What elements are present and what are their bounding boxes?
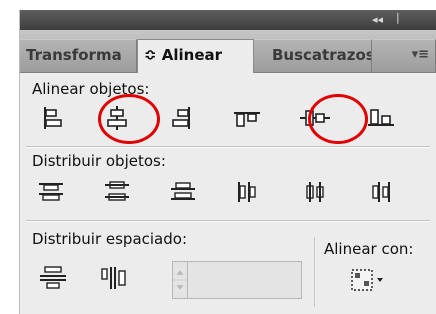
horizontal-distribute-space-icon bbox=[101, 267, 126, 289]
spacing-stepper[interactable] bbox=[172, 261, 188, 299]
distribute-horizontal-centers-button[interactable] bbox=[298, 180, 332, 204]
align-left-edges-icon bbox=[44, 107, 62, 129]
distribute-vertical-centers-button[interactable] bbox=[100, 180, 134, 204]
align-to-dropdown[interactable] bbox=[350, 268, 390, 294]
distribute-right-button[interactable] bbox=[364, 180, 398, 204]
align-top-edges-icon bbox=[234, 112, 260, 127]
distribute-bottom-button[interactable] bbox=[166, 180, 200, 204]
vertical-distribute-space-button[interactable] bbox=[36, 266, 70, 290]
distribute-vertical-centers-icon bbox=[105, 181, 129, 201]
distribute-bottom-icon bbox=[171, 182, 195, 200]
section-divider bbox=[26, 220, 430, 222]
align-right-edges-icon bbox=[172, 107, 190, 129]
distribute-top-button[interactable] bbox=[34, 180, 68, 204]
stepper-arrows-icon bbox=[173, 270, 187, 290]
vertical-distribute-space-icon bbox=[40, 266, 66, 289]
horizontal-distribute-space-button[interactable] bbox=[98, 266, 132, 290]
vertical-divider bbox=[314, 237, 315, 307]
spacing-value-field[interactable] bbox=[188, 261, 302, 299]
align-bottom-edges-button[interactable] bbox=[364, 106, 398, 130]
tab-buscatrazos[interactable]: Buscatrazos bbox=[254, 39, 372, 72]
align-right-edges-button[interactable] bbox=[166, 106, 200, 130]
panel-tab-bar: Transforma ≎ Alinear Buscatrazos ▾≡ bbox=[20, 30, 436, 73]
align-panel: ◂◂ | Transforma ≎ Alinear Buscatrazos ▾≡… bbox=[20, 10, 436, 314]
highlight-circle-horizontal-centers bbox=[98, 94, 160, 144]
distribute-horizontal-centers-icon bbox=[306, 182, 324, 202]
highlight-circle-vertical-centers bbox=[308, 94, 368, 144]
align-left-edges-button[interactable] bbox=[34, 106, 68, 130]
align-to-label: Alinear con: bbox=[324, 240, 414, 258]
distribute-left-button[interactable] bbox=[230, 180, 264, 204]
align-top-edges-button[interactable] bbox=[230, 106, 264, 130]
panel-menu-button[interactable]: ▾≡ bbox=[372, 39, 436, 72]
distribute-left-icon bbox=[238, 182, 256, 202]
tab-alinear[interactable]: ≎ Alinear bbox=[137, 39, 254, 73]
section-divider bbox=[26, 146, 430, 148]
distribute-right-icon bbox=[372, 182, 390, 202]
collapse-expand-button[interactable]: ◂◂ bbox=[372, 13, 383, 26]
align-to-selection-icon bbox=[351, 269, 383, 291]
titlebar-separator: | bbox=[396, 11, 400, 24]
align-bottom-edges-icon bbox=[368, 109, 394, 126]
distribute-spacing-label: Distribuir espaciado: bbox=[32, 230, 187, 248]
panel-titlebar: ◂◂ | bbox=[20, 10, 436, 30]
tab-transforma[interactable]: Transforma bbox=[20, 39, 137, 72]
distribute-objects-label: Distribuir objetos: bbox=[32, 152, 166, 170]
distribute-top-icon bbox=[39, 183, 63, 201]
